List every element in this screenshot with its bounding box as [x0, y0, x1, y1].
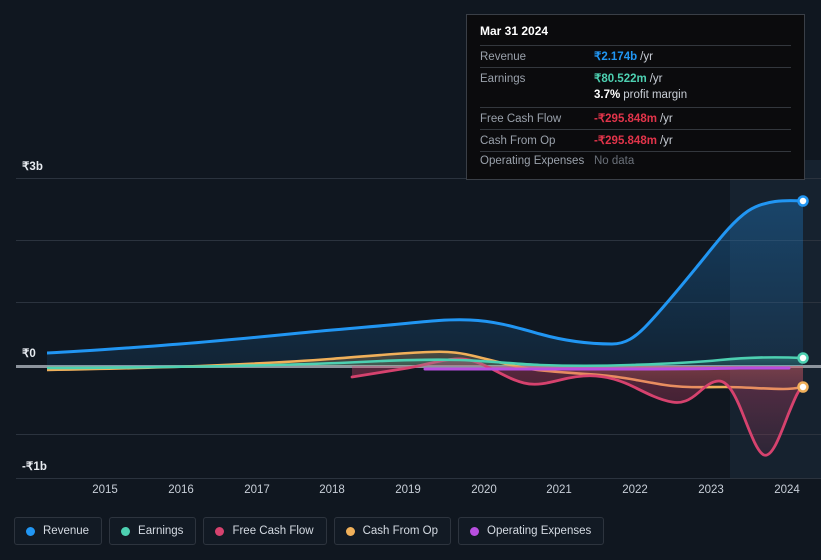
y-axis-tick-3b: ₹3b — [22, 161, 44, 173]
tooltip-row-profit-margin: 3.7% profit margin — [480, 89, 791, 107]
legend-label-operating-expenses: Operating Expenses — [487, 525, 592, 537]
tooltip-label-free-cash-flow: Free Cash Flow — [480, 113, 562, 125]
x-axis-tick-2023: 2023 — [698, 484, 724, 496]
tooltip-label-earnings: Earnings — [480, 73, 526, 85]
x-axis-tick-2019: 2019 — [395, 484, 421, 496]
tooltip-label-cash-from-op: Cash From Op — [480, 135, 556, 147]
legend-dot-operating-expenses-icon — [470, 526, 480, 536]
tooltip-row-revenue: Revenue ₹2.174b /yr — [480, 45, 791, 67]
tooltip-row-earnings: Earnings ₹80.522m /yr — [480, 67, 791, 89]
legend-item-revenue[interactable]: Revenue — [14, 517, 103, 545]
endpoint-revenue — [797, 195, 809, 207]
tooltip-value-cash-from-op: -₹295.848m — [594, 135, 657, 147]
tooltip-unit-free-cash-flow: /yr — [659, 113, 673, 125]
endpoint-cash-from-op — [797, 381, 809, 393]
legend-item-earnings[interactable]: Earnings — [109, 517, 197, 545]
tooltip-unit-profit-margin: profit margin — [623, 89, 688, 101]
series-area-revenue — [47, 200, 803, 366]
x-axis-tick-2021: 2021 — [546, 484, 572, 496]
tooltip-label-operating-expenses: Operating Expenses — [480, 155, 585, 167]
legend-item-free-cash-flow[interactable]: Free Cash Flow — [203, 517, 327, 545]
legend-label-free-cash-flow: Free Cash Flow — [232, 525, 314, 537]
x-axis-tick-2017: 2017 — [244, 484, 270, 496]
tooltip-unit-revenue: /yr — [640, 51, 653, 63]
chart-legend: Revenue Earnings Free Cash Flow Cash Fro… — [14, 517, 605, 545]
legend-dot-free-cash-flow-icon — [215, 526, 225, 536]
x-axis-tick-2016: 2016 — [168, 484, 194, 496]
legend-dot-cash-from-op-icon — [345, 526, 355, 536]
tooltip-row-free-cash-flow: Free Cash Flow -₹295.848m /yr — [480, 107, 791, 129]
y-axis-tick-neg1b: -₹1b — [22, 461, 47, 473]
legend-label-earnings: Earnings — [138, 525, 184, 537]
x-axis-tick-2024: 2024 — [774, 484, 800, 496]
legend-dot-earnings-icon — [121, 526, 131, 536]
y-axis-tick-0: ₹0 — [22, 348, 36, 360]
legend-label-cash-from-op: Cash From Op — [362, 525, 439, 537]
tooltip-value-operating-expenses: No data — [594, 155, 635, 167]
tooltip-value-profit-margin: 3.7% — [594, 89, 621, 101]
legend-dot-revenue-icon — [26, 526, 35, 536]
tooltip-date: Mar 31 2024 — [480, 24, 549, 38]
chart-tooltip: Mar 31 2024 Revenue ₹2.174b /yr Earnings… — [466, 14, 805, 180]
legend-item-cash-from-op[interactable]: Cash From Op — [333, 517, 452, 545]
x-axis-tick-2015: 2015 — [92, 484, 118, 496]
tooltip-row-cash-from-op: Cash From Op -₹295.848m /yr — [480, 129, 791, 151]
tooltip-value-earnings: ₹80.522m — [594, 73, 647, 85]
endpoint-earnings — [797, 352, 809, 364]
tooltip-unit-earnings: /yr — [649, 73, 663, 85]
financial-chart-app: ₹3b ₹0 -₹1b 2015 2016 2017 2018 2019 202… — [0, 0, 821, 560]
x-axis-tick-2020: 2020 — [471, 484, 497, 496]
x-axis-tick-2022: 2022 — [622, 484, 648, 496]
legend-label-revenue: Revenue — [43, 525, 90, 537]
legend-item-operating-expenses[interactable]: Operating Expenses — [458, 517, 605, 545]
tooltip-value-revenue: ₹2.174b — [594, 51, 638, 63]
x-axis-tick-2018: 2018 — [319, 484, 345, 496]
tooltip-row-operating-expenses: Operating Expenses No data — [480, 151, 791, 173]
series-line-operating-expenses — [423, 366, 791, 371]
tooltip-value-free-cash-flow: -₹295.848m — [594, 113, 657, 125]
tooltip-unit-cash-from-op: /yr — [659, 135, 673, 147]
tooltip-label-revenue: Revenue — [480, 51, 527, 63]
